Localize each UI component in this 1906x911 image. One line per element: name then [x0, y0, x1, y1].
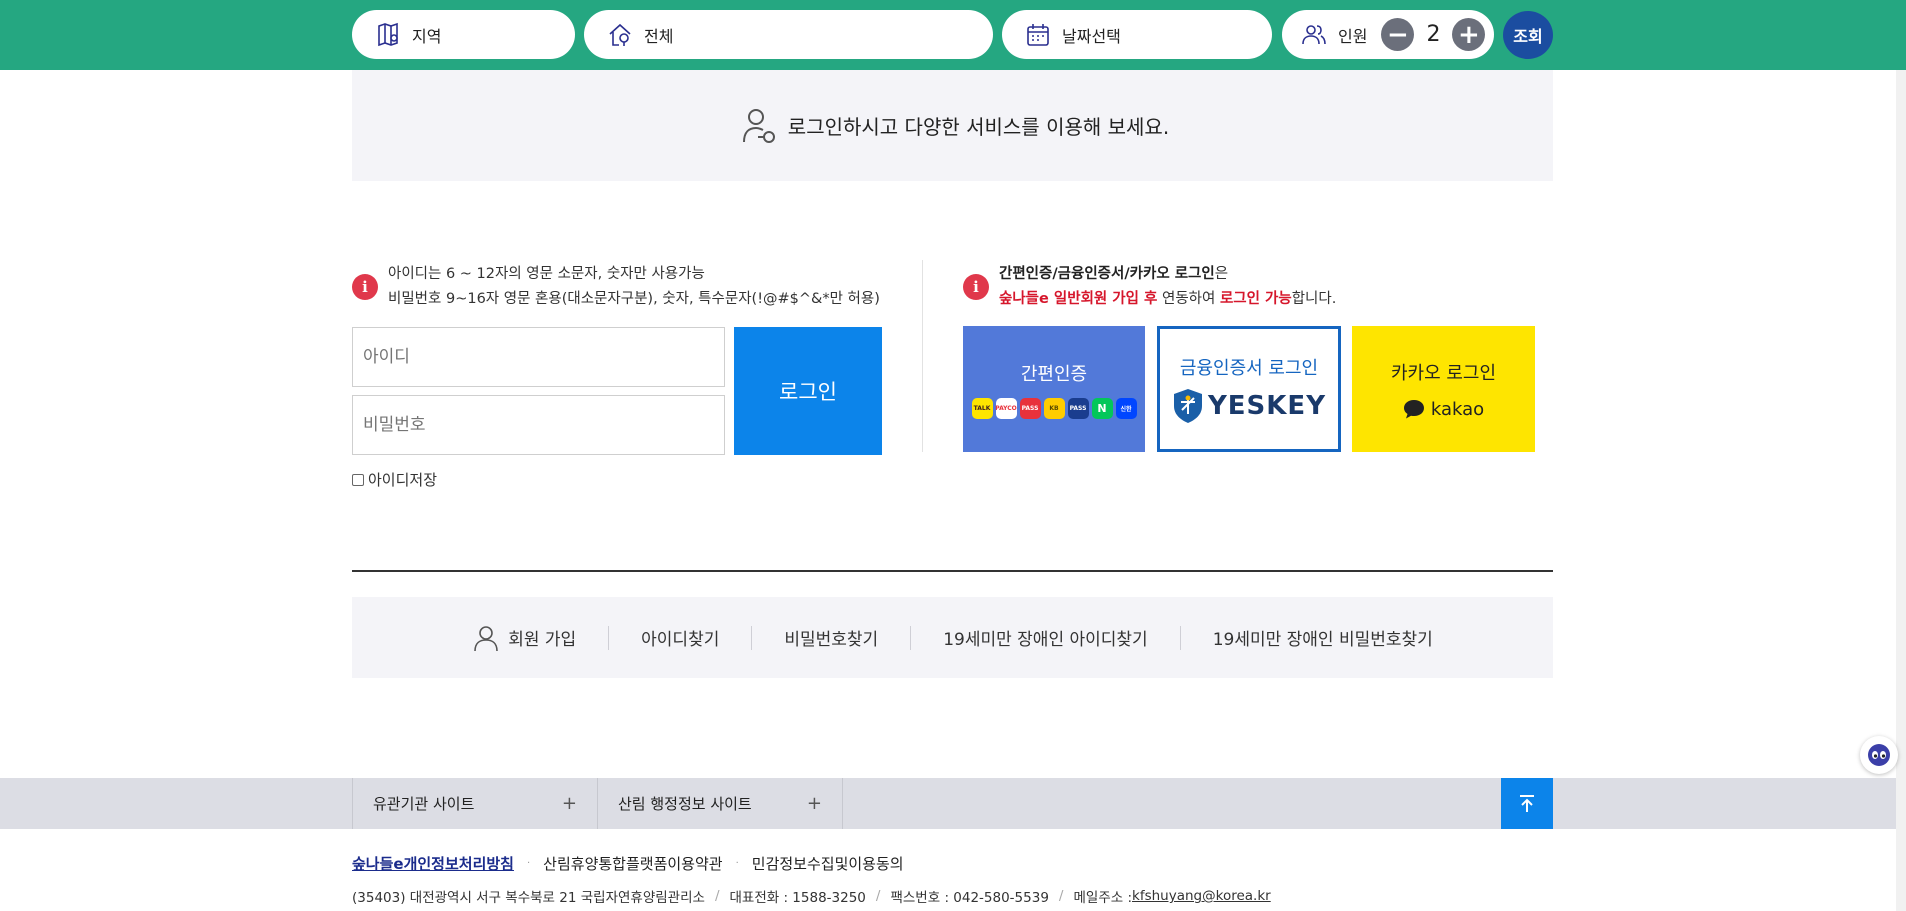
password-input[interactable]	[352, 395, 725, 455]
footer-email-link[interactable]: kfshuyang@korea.kr	[1132, 888, 1271, 904]
shield-icon	[1173, 389, 1202, 423]
calendar-icon	[1024, 21, 1052, 49]
save-id-checkbox[interactable]: 아이디저장	[352, 469, 437, 490]
auth-logo: KB	[1043, 397, 1065, 419]
minor-find-password-link[interactable]: 19세미만 장애인 비밀번호찾기	[1181, 625, 1465, 650]
plus-icon: +	[561, 793, 577, 814]
minor-find-id-link[interactable]: 19세미만 장애인 아이디찾기	[911, 625, 1179, 650]
notice-text: 은	[1214, 266, 1229, 282]
user-key-icon	[736, 104, 780, 148]
related-sites-label: 유관기관 사이트	[373, 795, 475, 813]
footer-links: 숲나들e개인정보처리방침 · 산림휴양통합플랫폼이용약관 · 민감정보수집및이용…	[352, 853, 904, 874]
info-separator: /	[714, 888, 720, 904]
section-divider	[352, 570, 1553, 572]
link-dot: ·	[526, 858, 531, 869]
simple-auth-logos: TALK PAYCO PASS KB PASS N 신한	[971, 397, 1137, 419]
terms-link[interactable]: 산림휴양통합플랫폼이용약관	[543, 853, 722, 874]
notice-text: 합니다.	[1291, 291, 1337, 307]
user-icon	[474, 625, 498, 651]
auth-logo: PASS	[1067, 397, 1089, 419]
login-banner: 로그인하시고 다양한 서비스를 이용해 보세요.	[352, 70, 1553, 181]
scroll-to-top-button[interactable]	[1501, 778, 1553, 829]
accommodation-type-select[interactable]: 전체	[584, 10, 993, 59]
forest-admin-sites-label: 산림 행정정보 사이트	[618, 795, 752, 813]
chatbot-icon	[1868, 744, 1890, 766]
person-count-control: 인원 − 2 +	[1282, 10, 1494, 59]
account-links: 회원 가입 아이디찾기 비밀번호찾기 19세미만 장애인 아이디찾기 19세미만…	[352, 597, 1553, 678]
signup-label: 회원 가입	[508, 630, 577, 650]
auth-logo: PAYCO	[995, 397, 1017, 419]
related-sites-dropdown[interactable]: 유관기관 사이트 +	[352, 778, 598, 829]
search-submit-button[interactable]: 조회	[1503, 11, 1553, 59]
auth-logo: 신한	[1115, 397, 1137, 419]
footer-fax: 팩스번호 : 042-580-5539	[890, 890, 1049, 906]
notice-line-2: 비밀번호 9~16자 영문 혼용(대소문자구분), 숫자, 특수문자(!@#$^…	[388, 291, 880, 307]
footer-phone: 대표전화 : 1588-3250	[729, 890, 866, 906]
person-count: 2	[1426, 22, 1441, 47]
simple-auth-label: 간편인증	[1020, 363, 1088, 385]
auth-logo: N	[1091, 397, 1113, 419]
info-icon: i	[963, 274, 989, 300]
kakao-logo: kakao	[1403, 399, 1484, 420]
social-login-notice: i 간편인증/금융인증서/카카오 로그인은 숲나들e 일반회원 가입 후 연동하…	[963, 262, 1336, 312]
people-icon	[1300, 21, 1328, 49]
footer-info: (35403) 대전광역시 서구 복수북로 21 국립자연휴양림관리소 / 대표…	[352, 886, 1271, 906]
save-id-label: 아이디저장	[368, 471, 438, 489]
cert-login-label: 금융인증서 로그인	[1179, 358, 1319, 379]
consent-link[interactable]: 민감정보수집및이용동의	[752, 853, 904, 874]
simple-auth-button[interactable]: 간편인증 TALK PAYCO PASS KB PASS N 신한	[963, 326, 1145, 452]
info-icon: i	[352, 274, 378, 300]
banner-text: 로그인하시고 다양한 서비스를 이용해 보세요.	[787, 115, 1170, 139]
footer-email-label: 메일주소 :	[1073, 890, 1133, 906]
yeskey-logo: YESKEY	[1172, 388, 1326, 424]
type-label: 전체	[644, 26, 674, 46]
auth-logo: PASS	[1019, 397, 1041, 419]
id-password-rules-notice: i 아이디는 6 ~ 12자의 영문 소문자, 숫자만 사용가능 비밀번호 9~…	[352, 262, 880, 312]
login-button[interactable]: 로그인	[734, 327, 882, 455]
kakao-login-label: 카카오 로그인	[1390, 362, 1497, 384]
region-label: 지역	[412, 26, 442, 46]
signup-link[interactable]: 회원 가입	[440, 624, 608, 652]
notice-line-1: 아이디는 6 ~ 12자의 영문 소문자, 숫자만 사용가능	[388, 266, 705, 282]
increment-button[interactable]: +	[1452, 18, 1486, 51]
date-label: 날짜선택	[1062, 26, 1121, 46]
find-password-link[interactable]: 비밀번호찾기	[752, 625, 910, 650]
link-dot: ·	[735, 858, 739, 869]
decrement-button[interactable]: −	[1381, 18, 1415, 51]
kakao-text: kakao	[1430, 398, 1485, 420]
arrow-up-icon	[1520, 794, 1534, 812]
checkbox-box[interactable]	[352, 473, 364, 486]
kakao-login-button[interactable]: 카카오 로그인 kakao	[1352, 326, 1535, 452]
financial-cert-login-button[interactable]: 금융인증서 로그인 YESKEY	[1157, 326, 1341, 452]
map-pin-icon	[374, 21, 402, 49]
chatbot-button[interactable]	[1860, 736, 1898, 774]
scrollbar[interactable]	[1896, 70, 1906, 911]
auth-logo: TALK	[971, 397, 993, 419]
id-input[interactable]	[352, 327, 725, 387]
info-separator: /	[1058, 888, 1064, 904]
notice-bold: 간편인증/금융인증서/카카오 로그인	[999, 266, 1215, 282]
footer-address: (35403) 대전광역시 서구 복수북로 21 국립자연휴양림관리소	[352, 890, 705, 906]
date-select[interactable]: 날짜선택	[1002, 10, 1272, 59]
notice-highlight: 로그인 가능	[1219, 291, 1292, 307]
divider	[922, 260, 923, 452]
person-label: 인원	[1338, 26, 1368, 46]
notice-highlight: 숲나들e 일반회원 가입 후	[999, 291, 1158, 307]
privacy-policy-link[interactable]: 숲나들e개인정보처리방침	[352, 853, 514, 874]
region-select[interactable]: 지역	[352, 10, 575, 59]
speech-bubble-icon	[1403, 400, 1424, 419]
yeskey-text: YESKEY	[1207, 391, 1327, 421]
footer-bar	[0, 778, 1896, 829]
info-separator: /	[875, 888, 881, 904]
plus-icon: +	[806, 793, 822, 814]
forest-admin-sites-dropdown[interactable]: 산림 행정정보 사이트 +	[597, 778, 843, 829]
find-id-link[interactable]: 아이디찾기	[609, 625, 751, 650]
house-location-icon	[606, 21, 634, 49]
notice-text: 연동하여	[1157, 291, 1220, 307]
